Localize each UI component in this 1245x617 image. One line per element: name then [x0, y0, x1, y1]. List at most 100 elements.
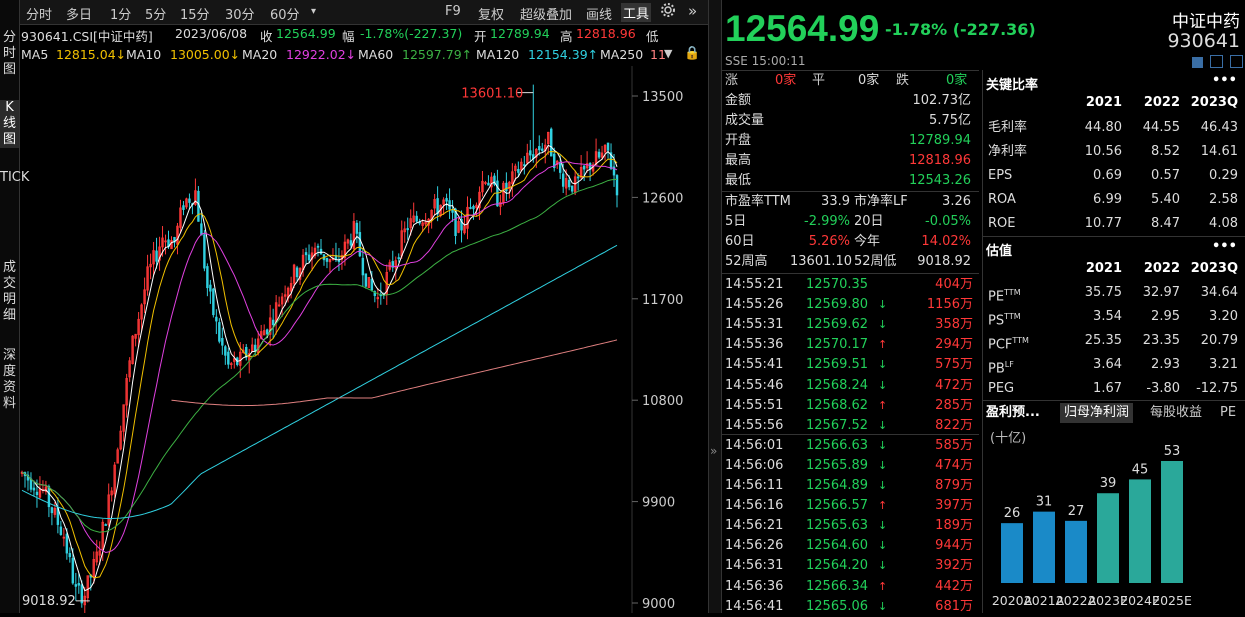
tick-time: 14:56:21: [725, 518, 784, 534]
tick-volume: 585万: [935, 437, 973, 453]
breadth-up-value: 0家: [775, 73, 797, 88]
index-code-name: 930641.CSI[中证中药]: [21, 29, 153, 44]
candle-body: [188, 198, 191, 203]
tick-direction-icon: ↓: [878, 298, 888, 312]
edit-icon[interactable]: [1192, 57, 1203, 68]
period-multiday[interactable]: 多日: [66, 4, 92, 23]
f9-button[interactable]: F9: [445, 4, 461, 19]
candle-body: [505, 182, 508, 192]
pair-label: 市盈率TTM: [725, 194, 791, 209]
period-15min[interactable]: 15分: [180, 4, 210, 23]
lock-icon[interactable]: 🔒: [684, 46, 700, 61]
ratio-label: 净利率: [988, 144, 1028, 159]
strip-depth-info[interactable]: 深度资料: [0, 348, 19, 412]
y-tick-label: 11700: [642, 293, 683, 308]
candle-body: [469, 207, 472, 209]
panel-divider[interactable]: »: [708, 0, 722, 613]
tab-eps[interactable]: 每股收益: [1150, 403, 1202, 423]
ratio-value: 34.64: [1200, 285, 1238, 300]
draw-line-button[interactable]: 画线: [586, 4, 612, 23]
ratio-label-suffix: TTM: [1012, 336, 1029, 345]
period-30min[interactable]: 30分: [225, 4, 255, 23]
candle-body: [224, 346, 227, 356]
ma-legend-line: MA5 12815.04↓ MA10 13005.00↓ MA20 12922.…: [20, 45, 708, 65]
pair-label: 今年: [854, 234, 881, 249]
chart-toolbar: 分时 多日 1分 5分 15分 30分 60分 ▾ F9 复权 超级叠加 画线 …: [20, 0, 708, 25]
forecast-bar-label: 39: [1100, 476, 1117, 491]
candle-body: [319, 248, 323, 255]
tick-direction-icon: ↑: [878, 338, 888, 352]
ratio-label: PETTM: [988, 288, 1021, 305]
tab-pe[interactable]: PE: [1220, 403, 1236, 423]
key-ratios-more[interactable]: •••: [1212, 73, 1237, 88]
period-more-dropdown[interactable]: ▾: [311, 6, 316, 17]
ratio-value: 3.54: [1093, 309, 1122, 324]
tick-volume: 294万: [935, 337, 973, 353]
ratio-value: 20.79: [1200, 333, 1238, 348]
ratio-value: 46.43: [1200, 120, 1238, 135]
tick-time: 14:55:46: [725, 377, 784, 393]
tick-volume: 285万: [935, 397, 973, 413]
candle-body: [218, 322, 221, 342]
candle-body: [370, 278, 374, 291]
ratio-value: 0.57: [1151, 168, 1180, 183]
high-label: 高: [560, 29, 573, 44]
tick-time: 14:55:51: [725, 397, 784, 413]
tick-direction-icon: ↓: [878, 378, 888, 392]
expand-icon[interactable]: »: [688, 2, 697, 20]
ratio-label-suffix: TTM: [1004, 288, 1021, 297]
ma120-line: [21, 244, 618, 519]
adjust-button[interactable]: 复权: [478, 4, 504, 23]
gear-icon[interactable]: [660, 2, 676, 22]
strip-intraday[interactable]: 分时图: [0, 30, 19, 78]
tick-price: 12569.62: [806, 317, 869, 333]
collapse-icon[interactable]: »: [710, 444, 717, 458]
valuation-more[interactable]: •••: [1212, 239, 1237, 254]
tick-time: 14:56:01: [725, 437, 784, 453]
y-tick-label: 9900: [642, 496, 675, 511]
ratio-value: 6.99: [1093, 192, 1122, 207]
candle-body: [50, 507, 54, 514]
period-5min[interactable]: 5分: [145, 4, 166, 23]
divider-line: [721, 434, 979, 435]
overlay-button[interactable]: 超级叠加: [520, 4, 572, 23]
tab-net-profit[interactable]: 归母净利润: [1060, 403, 1134, 423]
candle-body: [227, 351, 230, 365]
strip-tick[interactable]: TICK: [0, 170, 29, 186]
stat-value: 12543.26: [908, 173, 971, 188]
candle-body: [364, 273, 368, 287]
candle-body: [209, 284, 212, 292]
candle-body: [182, 205, 185, 210]
kline-chart[interactable]: 13500 12600 11700 10800 9900 9000 13601.10 901…: [20, 66, 708, 613]
candle-body: [349, 240, 353, 246]
candle-body: [517, 168, 520, 173]
candle-body: [361, 257, 365, 276]
breadth-flat-label: 平: [812, 73, 826, 88]
period-1min[interactable]: 1分: [110, 4, 131, 23]
ratio-value: 8.52: [1151, 144, 1180, 159]
candle-body: [558, 162, 562, 173]
candle-body: [77, 583, 81, 586]
fullscreen-icon[interactable]: [1230, 55, 1244, 68]
strip-kline[interactable]: K线图: [0, 100, 19, 148]
tick-direction-icon: ↓: [878, 358, 888, 372]
candle-body: [271, 319, 275, 326]
tick-volume: 442万: [935, 578, 973, 594]
tick-time: 14:55:36: [725, 337, 784, 353]
period-60min[interactable]: 60分: [270, 4, 300, 23]
close-label: 收: [260, 29, 273, 44]
ma10-label: MA10: [126, 47, 162, 62]
tools-button[interactable]: 工具: [621, 3, 652, 22]
year-header: 2022: [1143, 261, 1180, 276]
key-ratios-title: 关键比率: [986, 78, 1039, 93]
ma5-value: 12815.04↓: [56, 47, 127, 62]
pair-value: 5.26%: [808, 234, 850, 249]
strip-trade-detail[interactable]: 成交明细: [0, 260, 19, 324]
ratio-value: 1.67: [1093, 381, 1122, 396]
tick-volume: 944万: [935, 538, 973, 554]
period-intraday[interactable]: 分时: [26, 4, 52, 23]
ma-dropdown-icon[interactable]: ▼: [664, 47, 672, 60]
stat-value: 12789.94: [908, 133, 971, 148]
popout-icon[interactable]: [1210, 55, 1224, 68]
tab-forecast[interactable]: 盈利预...: [986, 403, 1040, 423]
